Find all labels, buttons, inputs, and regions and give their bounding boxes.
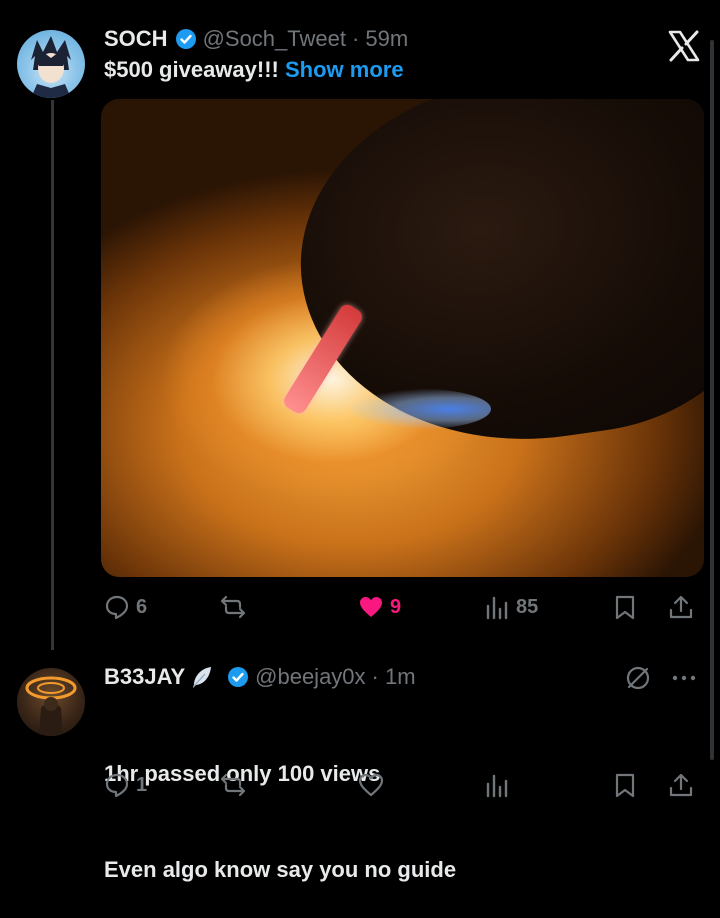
tweet-header: SOCH @Soch_Tweet · 59m — [104, 24, 408, 54]
verified-badge-icon — [175, 29, 196, 49]
reply-count: 6 — [136, 595, 148, 618]
reply-avatar-illustration — [25, 676, 77, 736]
avatar-illustration — [31, 36, 71, 98]
reply-icon — [105, 773, 129, 798]
reply-reply-count: 1 — [136, 773, 148, 796]
blue-flame-glow — [351, 389, 491, 429]
reply-repost-button[interactable] — [220, 772, 246, 798]
reply-display-name[interactable]: B33JAY — [104, 662, 185, 692]
handle[interactable]: @Soch_Tweet — [203, 24, 346, 54]
tweet-action-bar: 6 9 85 — [96, 587, 694, 627]
views-icon — [486, 596, 508, 620]
reply-share-button[interactable] — [668, 772, 694, 798]
repost-button[interactable] — [220, 594, 252, 620]
reply-header: B33JAY @beejay0x · 1m — [104, 662, 416, 692]
views-icon — [486, 774, 508, 798]
bookmark-icon — [615, 773, 635, 798]
like-count: 9 — [390, 595, 402, 618]
repost-icon — [220, 595, 246, 619]
scrollbar[interactable] — [710, 40, 714, 760]
thread-connector-line — [51, 100, 54, 650]
show-more-link[interactable]: Show more — [285, 57, 404, 82]
reply-icon — [105, 595, 129, 620]
share-icon — [669, 595, 693, 619]
reply-text: 1hr passed only 100 views Even algo know… — [104, 694, 456, 918]
like-button[interactable]: 9 — [358, 594, 401, 620]
tweet-media-image[interactable] — [101, 99, 704, 577]
reply-line-2: Even algo know say you no guide — [104, 857, 457, 882]
share-button[interactable] — [668, 594, 694, 620]
reply-avatar[interactable] — [17, 668, 85, 736]
reply-bookmark-button[interactable] — [612, 772, 638, 798]
views-button[interactable]: 85 — [484, 594, 538, 620]
grok-icon[interactable] — [624, 664, 652, 692]
avatar[interactable] — [17, 30, 85, 98]
tweet-text: $500 giveaway!!! Show more — [104, 55, 404, 85]
verified-badge-icon — [228, 667, 249, 687]
bookmark-button[interactable] — [612, 594, 638, 620]
tweet-body: $500 giveaway!!! — [104, 57, 285, 82]
share-icon — [669, 773, 693, 797]
reply-action-bar: 1 — [96, 765, 694, 805]
more-icon[interactable] — [669, 668, 699, 688]
reply-like-button[interactable] — [358, 772, 384, 798]
feather-emoji-icon — [193, 667, 212, 688]
reply-button[interactable]: 6 — [104, 594, 147, 620]
views-count: 85 — [516, 595, 539, 618]
reply-timestamp[interactable]: · 1m — [372, 662, 416, 692]
hand-shape — [278, 99, 704, 470]
x-logo-icon[interactable] — [666, 28, 702, 64]
bookmark-icon — [615, 595, 635, 620]
reply-reply-button[interactable]: 1 — [104, 772, 147, 798]
like-icon — [358, 773, 384, 797]
reply-handle[interactable]: @beejay0x — [255, 662, 365, 692]
timestamp[interactable]: · 59m — [352, 24, 408, 54]
display-name[interactable]: SOCH — [104, 24, 168, 54]
reply-views-button[interactable] — [484, 772, 510, 798]
like-icon — [360, 597, 382, 617]
repost-icon — [220, 773, 246, 797]
